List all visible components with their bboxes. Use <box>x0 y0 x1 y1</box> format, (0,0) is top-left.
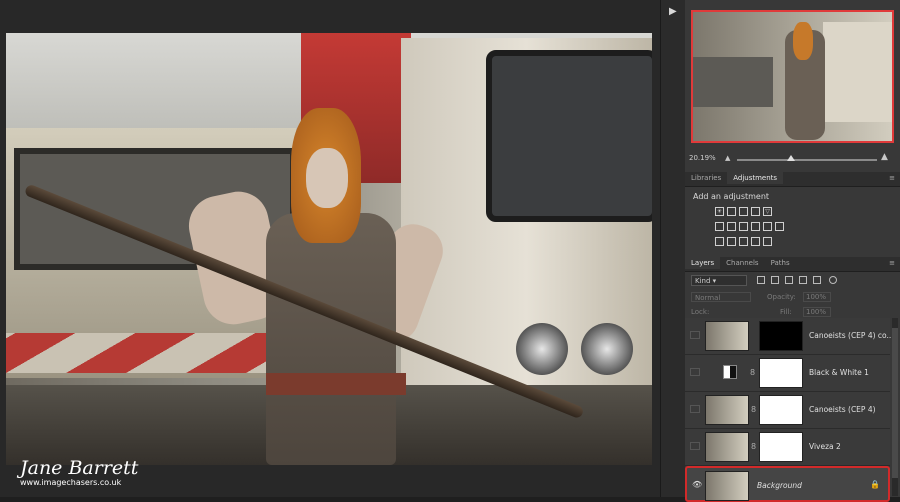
filter-toggle-icon[interactable] <box>829 276 837 284</box>
adjustment-icons-row-1: ☀ ▽ <box>715 207 772 216</box>
layer-thumbnail <box>705 395 749 425</box>
link-icon[interactable]: 8 <box>750 368 755 377</box>
levels-icon[interactable] <box>727 207 736 216</box>
layer-mask-thumbnail <box>759 432 803 462</box>
opacity-label: Opacity: <box>767 293 796 301</box>
document-canvas[interactable]: Jane Barrett www.imagechasers.co.uk <box>0 0 660 497</box>
tab-layers[interactable]: Layers <box>685 257 721 269</box>
layer-name[interactable]: Black & White 1 <box>809 368 869 377</box>
layer-mask-thumbnail <box>759 358 803 388</box>
invert-icon[interactable] <box>715 237 724 246</box>
layer-row[interactable]: Canoeists (CEP 4) co... <box>685 318 894 355</box>
zoom-out-icon[interactable]: ▲ <box>725 154 730 162</box>
layer-name[interactable]: Background <box>757 481 802 490</box>
brightness-icon[interactable]: ☀ <box>715 207 724 216</box>
layers-menu-icon[interactable]: ≡ <box>889 259 895 267</box>
pixel-filter-icon[interactable] <box>757 276 765 284</box>
photo-filter-icon[interactable] <box>751 222 760 231</box>
adjustment-icons-row-3 <box>715 237 772 246</box>
panel-collapse-strip: ▶ <box>660 0 686 497</box>
watermark: Jane Barrett www.imagechasers.co.uk <box>20 458 140 494</box>
adjustment-icons-row-2 <box>715 222 784 231</box>
layer-mask-thumbnail <box>759 321 803 351</box>
opacity-field[interactable]: 100% <box>803 292 831 302</box>
threshold-icon[interactable] <box>739 237 748 246</box>
layer-name[interactable]: Canoeists (CEP 4) <box>809 405 876 414</box>
layer-thumbnail <box>705 432 749 462</box>
layer-name[interactable]: Viveza 2 <box>809 442 841 451</box>
posterize-icon[interactable] <box>727 237 736 246</box>
navigator-thumbnail[interactable] <box>691 10 894 143</box>
link-icon[interactable]: 8 <box>751 405 756 414</box>
tab-paths[interactable]: Paths <box>765 257 796 269</box>
tab-channels[interactable]: Channels <box>720 257 764 269</box>
layers-tabbar: Layers Channels Paths ≡ <box>685 257 900 272</box>
zoom-in-icon[interactable]: ▲ <box>881 152 888 162</box>
layer-mask-thumbnail <box>759 395 803 425</box>
hue-saturation-icon[interactable] <box>715 222 724 231</box>
channel-mixer-icon[interactable] <box>763 222 772 231</box>
fill-field[interactable]: 100% <box>803 307 831 317</box>
watermark-url: www.imagechasers.co.uk <box>20 478 122 487</box>
tab-libraries[interactable]: Libraries <box>685 172 727 184</box>
color-balance-icon[interactable] <box>727 222 736 231</box>
eye-icon[interactable]: 👁 <box>692 481 702 489</box>
gradient-map-icon[interactable] <box>751 237 760 246</box>
shape-filter-icon[interactable] <box>799 276 807 284</box>
right-panel: 20.19% ▲ ▲ Libraries Adjustments ≡ Add an… <box>685 0 900 502</box>
zoom-value[interactable]: 20.19% <box>689 154 716 162</box>
photo-person <box>183 103 450 465</box>
color-lookup-icon[interactable] <box>775 222 784 231</box>
kind-filter-label: Kind <box>695 277 711 285</box>
black-white-adjustment-icon <box>723 365 737 379</box>
adjustments-tabbar: Libraries Adjustments ≡ <box>685 172 900 187</box>
layers-list: Canoeists (CEP 4) co... 8 Black & White … <box>685 318 894 502</box>
link-icon[interactable]: 8 <box>751 442 756 451</box>
layer-thumbnail <box>705 321 749 351</box>
visibility-toggle[interactable] <box>690 331 700 339</box>
curves-icon[interactable] <box>739 207 748 216</box>
type-filter-icon[interactable] <box>785 276 793 284</box>
document-photo[interactable] <box>6 33 652 465</box>
navigator-zoom-row: 20.19% ▲ ▲ <box>685 152 900 166</box>
visibility-toggle[interactable] <box>690 405 700 413</box>
layer-row[interactable]: 8 Viveza 2 <box>685 429 890 466</box>
black-white-icon[interactable] <box>739 222 748 231</box>
tab-adjustments[interactable]: Adjustments <box>727 172 784 184</box>
watermark-name: Jane Barrett <box>20 457 139 479</box>
blend-row: Normal Opacity: 100% <box>685 292 900 304</box>
layer-row[interactable]: 8 Canoeists (CEP 4) <box>685 392 890 429</box>
zoom-slider-handle[interactable] <box>787 155 795 161</box>
fill-label: Fill: <box>780 308 792 316</box>
panel-menu-icon[interactable]: ≡ <box>889 174 895 182</box>
zoom-slider[interactable] <box>737 159 877 161</box>
layer-filter-bar: Kind ▾ <box>685 275 900 289</box>
visibility-toggle[interactable] <box>690 442 700 450</box>
kind-filter-select[interactable]: Kind ▾ <box>691 275 747 286</box>
blend-mode-select[interactable]: Normal <box>691 292 751 302</box>
exposure-icon[interactable] <box>751 207 760 216</box>
lock-label: Lock: <box>691 308 710 316</box>
add-adjustment-heading: Add an adjustment <box>693 192 770 201</box>
layer-row[interactable]: 8 Black & White 1 <box>685 355 890 392</box>
smart-object-filter-icon[interactable] <box>813 276 821 284</box>
expand-panels-icon[interactable]: ▶ <box>669 6 677 17</box>
adjustment-filter-icon[interactable] <box>771 276 779 284</box>
lock-icon[interactable]: 🔒 <box>870 480 880 489</box>
layers-scrollbar[interactable] <box>892 318 898 496</box>
selective-color-icon[interactable] <box>763 237 772 246</box>
vibrance-icon[interactable]: ▽ <box>763 207 772 216</box>
layer-name[interactable]: Canoeists (CEP 4) co... <box>809 331 894 340</box>
visibility-toggle[interactable] <box>690 368 700 376</box>
